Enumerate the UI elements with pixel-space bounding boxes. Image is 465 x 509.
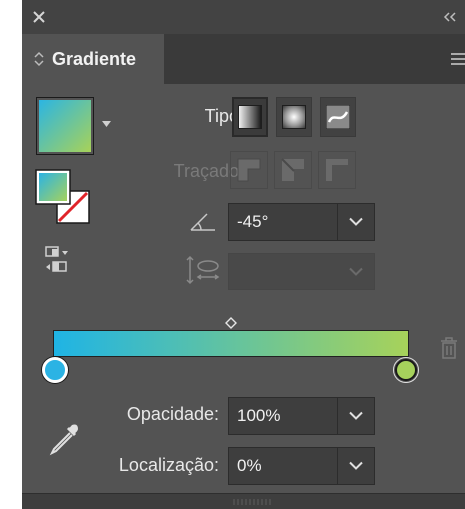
stroke-along-icon <box>281 158 304 181</box>
linear-gradient-icon <box>238 105 262 129</box>
angle-value: -45° <box>237 212 269 231</box>
aspect-ratio-select <box>228 253 375 290</box>
stroke-along-button <box>274 151 312 189</box>
eyedropper-icon[interactable] <box>46 421 82 457</box>
chevron-down-icon[interactable] <box>349 217 363 227</box>
chevron-down-icon[interactable] <box>349 461 363 471</box>
select-divider <box>337 398 338 434</box>
gradient-stop-left[interactable] <box>42 357 68 383</box>
stroke-within-icon <box>237 158 261 182</box>
linear-gradient-button[interactable] <box>232 97 268 137</box>
gradient-stop-right[interactable] <box>395 359 417 381</box>
select-divider <box>337 448 338 484</box>
panel-resize-bar[interactable] <box>22 493 465 509</box>
double-chevron-left-icon[interactable] <box>443 12 457 22</box>
swatch-dropdown-caret-icon[interactable] <box>102 121 111 127</box>
freeform-gradient-icon <box>326 105 350 129</box>
radial-gradient-button[interactable] <box>276 97 312 137</box>
resize-grip-icon[interactable] <box>232 499 272 505</box>
gradient-slider-bar[interactable] <box>53 330 409 357</box>
location-value: 0% <box>237 456 262 475</box>
expand-collapse-icon[interactable] <box>32 51 46 67</box>
location-select[interactable]: 0% <box>228 447 375 485</box>
hamburger-menu-icon[interactable] <box>451 52 465 66</box>
opacity-label: Opacidade: <box>126 404 219 424</box>
angle-icon <box>190 213 215 231</box>
opacity-select[interactable]: 100% <box>228 397 375 435</box>
reverse-gradient-icon[interactable] <box>44 245 74 275</box>
opacity-value: 100% <box>237 406 281 425</box>
select-divider <box>337 204 338 240</box>
gradient-midpoint-diamond[interactable] <box>225 317 237 329</box>
stroke-within-button <box>230 151 268 189</box>
freeform-gradient-button[interactable] <box>320 97 356 137</box>
stroke-across-icon <box>326 159 348 181</box>
aspect-ratio-icon <box>186 255 220 285</box>
angle-select[interactable]: -45° <box>228 203 375 241</box>
stroke-across-button <box>318 151 356 189</box>
gradient-preview-swatch[interactable] <box>36 97 94 155</box>
gradient-panel: Gradiente Tipo: Traçado: -45° Opacidade:… <box>22 0 465 509</box>
radial-gradient-icon <box>282 105 306 129</box>
close-icon[interactable] <box>32 10 46 24</box>
tab-gradient[interactable]: Gradiente <box>22 34 164 84</box>
panel-title: Gradiente <box>52 48 137 69</box>
chevron-down-icon <box>349 267 363 276</box>
location-label: Localização: <box>118 455 219 475</box>
panel-top-strip <box>22 0 465 34</box>
panel-tab-bar: Gradiente <box>22 34 465 84</box>
delete-stop-icon[interactable] <box>439 336 459 360</box>
fill-stroke-swatch-icon[interactable] <box>35 169 91 225</box>
chevron-down-icon[interactable] <box>349 411 363 421</box>
gradient-preview-fill <box>39 100 91 152</box>
